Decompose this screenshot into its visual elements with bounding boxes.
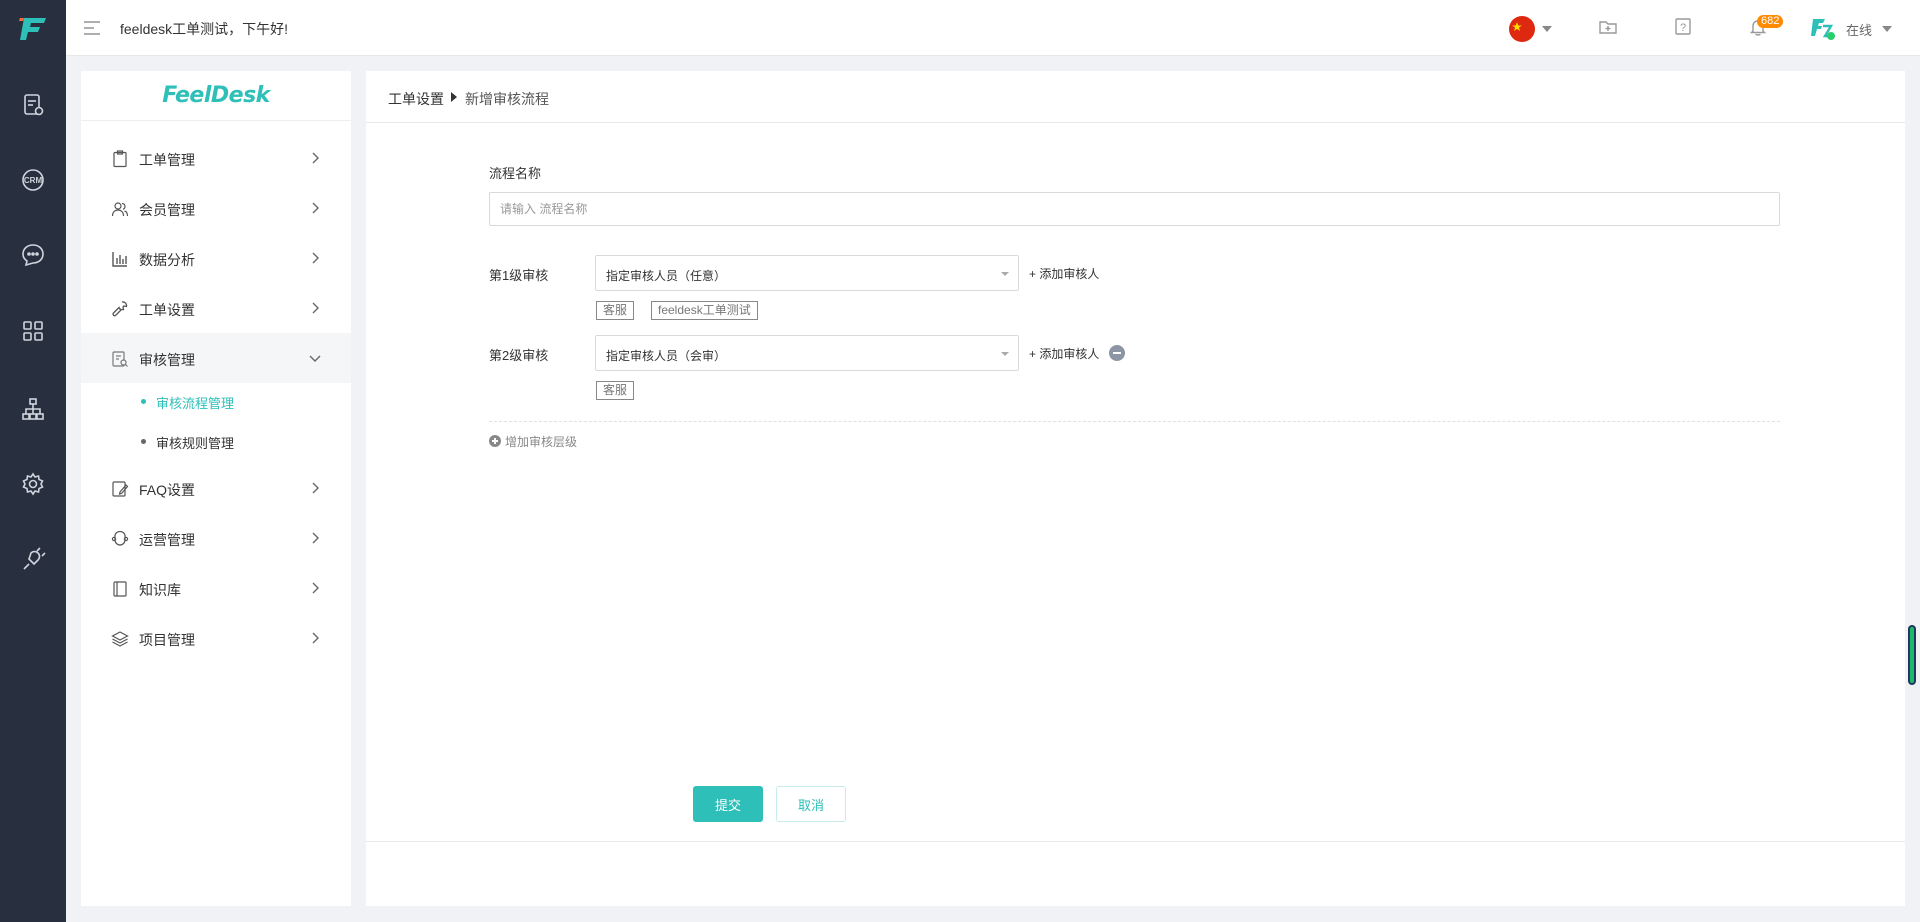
sidebar-item-label: 审核管理 — [139, 352, 195, 368]
top-bar: feeldesk工单测试，下午好! ? 682 在线 — [66, 0, 1920, 56]
book-icon — [111, 580, 129, 598]
sidebar-item-label: 知识库 — [139, 582, 181, 598]
settings-gear-icon[interactable] — [20, 471, 46, 497]
sidebar-item-label: 运营管理 — [139, 532, 195, 548]
chevron-right-icon — [308, 201, 322, 215]
sidebar-item-data-analysis[interactable]: 数据分析 — [81, 233, 351, 283]
add-review-level-button[interactable]: 增加审核层级 — [489, 433, 577, 450]
breadcrumb-parent[interactable]: 工单设置 — [388, 89, 444, 109]
level-1-reviewer-select[interactable]: 指定审核人员（任意） — [595, 255, 1019, 291]
breadcrumb: 工单设置 新增审核流程 — [366, 71, 1905, 123]
feeldesk-logo: FeelDesk — [81, 71, 351, 121]
logo-text: FeelDesk — [162, 83, 270, 108]
plugin-icon[interactable] — [20, 547, 46, 573]
sidebar-menu: FeelDesk 工单管理 会员管理 数据分析 工单设置 审核管理 审核流程管理… — [81, 71, 351, 906]
sidebar-subitem-review-rules[interactable]: 审核规则管理 — [81, 421, 351, 461]
sidebar-item-ticket-settings[interactable]: 工单设置 — [81, 283, 351, 333]
status-caret-icon[interactable] — [1882, 26, 1892, 32]
clipboard-icon — [111, 150, 129, 168]
svg-text:?: ? — [1680, 22, 1686, 34]
wrench-icon — [111, 300, 129, 318]
sidebar-item-knowledge-base[interactable]: 知识库 — [81, 563, 351, 613]
breadcrumb-current: 新增审核流程 — [465, 91, 549, 107]
level-2-add-reviewer-link[interactable]: + 添加审核人 — [1029, 345, 1099, 362]
chevron-right-icon — [308, 481, 322, 495]
folder-add-icon[interactable] — [1598, 17, 1618, 37]
sidebar-item-operations[interactable]: 运营管理 — [81, 513, 351, 563]
language-caret-icon[interactable] — [1542, 26, 1552, 32]
apps-icon[interactable] — [20, 318, 46, 344]
sidebar-subitem-label: 审核流程管理 — [156, 396, 235, 411]
submit-button[interactable]: 提交 — [693, 786, 763, 822]
bullet-dot — [141, 439, 146, 444]
sidebar-item-project-management[interactable]: 项目管理 — [81, 613, 351, 663]
cancel-button[interactable]: 取消 — [776, 786, 846, 822]
level-2-reviewer-select[interactable]: 指定审核人员（会审） — [595, 335, 1019, 371]
svg-text:CRM: CRM — [24, 176, 43, 185]
main-panel: 工单设置 新增审核流程 流程名称 第1级审核 指定审核人员（任意） + 添加审核… — [366, 71, 1905, 906]
review-document-icon — [111, 350, 129, 368]
chat-icon[interactable] — [20, 242, 46, 268]
sidebar-item-label: 工单管理 — [139, 152, 195, 168]
sidebar-item-label: 工单设置 — [139, 302, 195, 318]
sidebar-item-label: 项目管理 — [139, 632, 195, 648]
add-level-label: 增加审核层级 — [505, 435, 578, 449]
faq-edit-icon — [111, 480, 129, 498]
sidebar-subitem-label: 审核规则管理 — [156, 436, 235, 451]
breadcrumb-arrow-icon — [451, 92, 457, 102]
sidebar-subitem-review-process[interactable]: 审核流程管理 — [81, 381, 351, 421]
select-value: 指定审核人员（会审） — [606, 349, 727, 363]
floating-widget-handle[interactable] — [1908, 625, 1916, 685]
process-name-label: 流程名称 — [489, 166, 542, 181]
reviewer-tag[interactable]: 客服 — [596, 301, 635, 320]
chevron-down-icon — [308, 351, 322, 365]
crm-icon[interactable]: CRM — [20, 167, 46, 193]
remove-level-icon[interactable] — [1109, 345, 1125, 361]
operations-icon — [111, 530, 129, 548]
level-1-label: 第1级审核 — [489, 268, 549, 283]
sidebar-item-review-management[interactable]: 审核管理 — [81, 333, 351, 383]
bullet-dot — [141, 399, 146, 404]
form-footer — [366, 841, 1905, 906]
users-icon — [111, 200, 129, 218]
online-status[interactable]: 在线 — [1846, 20, 1872, 39]
plus-circle-icon — [489, 435, 501, 447]
sidebar-item-member-management[interactable]: 会员管理 — [81, 183, 351, 233]
chevron-right-icon — [308, 151, 322, 165]
chevron-right-icon — [308, 251, 322, 265]
sidebar-item-label: 数据分析 — [139, 252, 195, 268]
select-caret-icon — [1001, 272, 1009, 276]
ticket-settings-icon[interactable] — [20, 92, 46, 118]
sidebar-item-label: 会员管理 — [139, 202, 195, 218]
greeting-text: feeldesk工单测试，下午好! — [120, 21, 289, 37]
reviewer-tag[interactable]: feeldesk工单测试 — [651, 301, 758, 320]
app-rail: CRM — [0, 0, 66, 922]
chevron-right-icon — [308, 301, 322, 315]
organization-icon[interactable] — [20, 396, 46, 422]
layers-icon — [111, 630, 129, 648]
reviewer-tag[interactable]: 客服 — [596, 381, 635, 400]
sidebar-item-label: FAQ设置 — [139, 482, 196, 498]
level-1-add-reviewer-link[interactable]: + 添加审核人 — [1029, 265, 1099, 282]
user-avatar[interactable] — [1811, 16, 1835, 40]
chevron-right-icon — [308, 531, 322, 545]
select-caret-icon — [1001, 352, 1009, 356]
menu-toggle-icon[interactable] — [84, 20, 102, 36]
help-icon[interactable]: ? — [1673, 17, 1693, 37]
notification-count-badge: 682 — [1757, 15, 1784, 28]
chevron-right-icon — [308, 631, 322, 645]
sidebar-item-ticket-management[interactable]: 工单管理 — [81, 133, 351, 183]
bar-chart-icon — [111, 250, 129, 268]
language-flag-icon[interactable] — [1509, 16, 1535, 42]
chevron-right-icon — [308, 581, 322, 595]
level-2-label: 第2级审核 — [489, 348, 549, 363]
process-name-input[interactable] — [489, 192, 1780, 226]
divider — [489, 421, 1780, 422]
select-value: 指定审核人员（任意） — [606, 269, 727, 283]
app-logo-icon[interactable] — [18, 12, 50, 44]
sidebar-item-faq-settings[interactable]: FAQ设置 — [81, 463, 351, 513]
